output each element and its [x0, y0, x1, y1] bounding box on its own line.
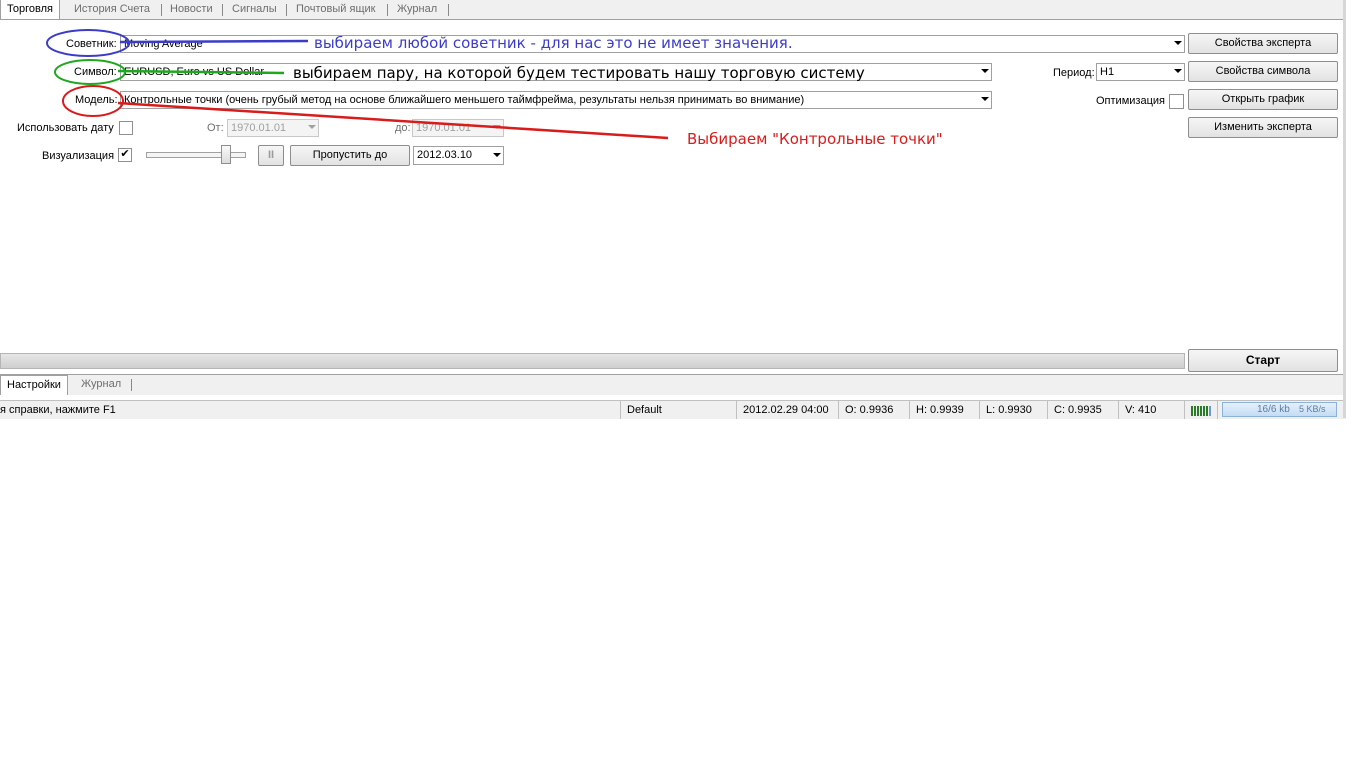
model-annotation-text: Выбираем "Контрольные точки": [687, 130, 943, 148]
status-volume: V: 410: [1118, 401, 1184, 419]
expert-label: Советник:: [66, 38, 117, 50]
tab-separator: [222, 4, 223, 16]
symbol-annotation-text: выбираем пару, на которой будем тестиров…: [293, 64, 865, 82]
tab-account-history[interactable]: История Счета: [74, 0, 150, 19]
to-date-value: 1970.01.01: [416, 122, 472, 134]
expert-annotation-text: выбираем любой советник - для нас это не…: [314, 34, 793, 52]
from-label: От:: [207, 122, 224, 134]
chevron-down-icon: [1174, 41, 1182, 45]
model-select[interactable]: Контрольные точки (очень грубый метод на…: [120, 91, 992, 109]
to-label: до:: [395, 122, 411, 134]
symbol-select-value: EURUSD, Euro vs US Dollar: [124, 66, 264, 78]
status-low: L: 0.9930: [979, 401, 1047, 419]
tester-tab-bar: Настройки Журнал: [0, 374, 1343, 395]
test-progress-bar: [0, 353, 1185, 369]
chevron-down-icon: [308, 125, 316, 129]
period-select[interactable]: H1: [1096, 63, 1185, 81]
traffic-indicator: 16/6 kb 5 KB/s: [1217, 401, 1341, 419]
optimization-label: Оптимизация: [1096, 95, 1165, 107]
symbol-properties-button[interactable]: Свойства символа: [1188, 61, 1338, 82]
traffic-panel: 16/6 kb 5 KB/s: [1222, 402, 1337, 417]
tab-signals[interactable]: Сигналы: [232, 0, 277, 19]
from-date-picker[interactable]: 1970.01.01: [227, 119, 319, 137]
skip-to-date-value: 2012.03.10: [417, 149, 473, 161]
status-open: O: 0.9936: [838, 401, 909, 419]
status-close: C: 0.9935: [1047, 401, 1118, 419]
chevron-down-icon: [493, 125, 501, 129]
tab-tester-journal[interactable]: Журнал: [81, 375, 121, 394]
speed-text: 5 KB/s: [1299, 404, 1326, 414]
chevron-down-icon: [1174, 69, 1182, 73]
visualization-checkbox[interactable]: ✔: [118, 148, 132, 162]
visualization-label: Визуализация: [42, 150, 115, 162]
status-high: H: 0.9939: [909, 401, 979, 419]
chevron-down-icon: [493, 153, 501, 157]
use-date-label: Использовать дату: [17, 122, 114, 134]
speed-slider-handle[interactable]: [221, 145, 231, 164]
tab-mailbox[interactable]: Почтовый ящик: [296, 0, 375, 19]
skip-to-button[interactable]: Пропустить до: [290, 145, 410, 166]
tab-journal[interactable]: Журнал: [397, 0, 437, 19]
open-chart-button[interactable]: Открыть график: [1188, 89, 1338, 110]
expert-select-value: Moving Average: [124, 38, 203, 50]
chevron-down-icon: [981, 97, 989, 101]
skip-to-date-picker[interactable]: 2012.03.10: [413, 146, 504, 165]
optimization-checkbox[interactable]: [1169, 94, 1184, 109]
tab-settings[interactable]: Настройки: [0, 375, 68, 395]
speed-slider-track[interactable]: [146, 152, 246, 158]
tab-trade[interactable]: Торговля: [0, 0, 60, 19]
from-date-value: 1970.01.01: [231, 122, 287, 134]
status-help-text: я справки, нажмите F1: [0, 404, 116, 416]
expert-properties-button[interactable]: Свойства эксперта: [1188, 33, 1338, 54]
tab-news[interactable]: Новости: [170, 0, 213, 19]
symbol-label: Символ:: [74, 66, 117, 78]
to-date-picker[interactable]: 1970.01.01: [412, 119, 504, 137]
pause-button[interactable]: II: [258, 145, 284, 166]
tab-separator: [387, 4, 388, 16]
start-button[interactable]: Старт: [1188, 349, 1338, 372]
tab-separator: [161, 4, 162, 16]
model-select-value: Контрольные точки (очень грубый метод на…: [124, 94, 805, 106]
use-date-checkbox[interactable]: [119, 121, 133, 135]
traffic-text: 16/6 kb: [1257, 404, 1290, 415]
connection-bars-icon: [1184, 401, 1216, 419]
status-bar: я справки, нажмите F1 Default 2012.02.29…: [0, 400, 1346, 419]
period-label: Период:: [1053, 67, 1095, 79]
terminal-tab-bar: Торговля История Счета Новости Сигналы П…: [0, 0, 1343, 20]
tab-separator: [131, 379, 132, 391]
model-label: Модель:: [75, 94, 118, 106]
status-datetime: 2012.02.29 04:00: [736, 401, 838, 419]
right-edge-scrollbar[interactable]: [1343, 0, 1346, 418]
status-profile: Default: [620, 401, 736, 419]
tab-separator: [448, 4, 449, 16]
period-select-value: H1: [1100, 66, 1115, 78]
chevron-down-icon: [981, 69, 989, 73]
checkmark-icon: ✔: [120, 148, 130, 160]
modify-expert-button[interactable]: Изменить эксперта: [1188, 117, 1338, 138]
tab-separator: [286, 4, 287, 16]
